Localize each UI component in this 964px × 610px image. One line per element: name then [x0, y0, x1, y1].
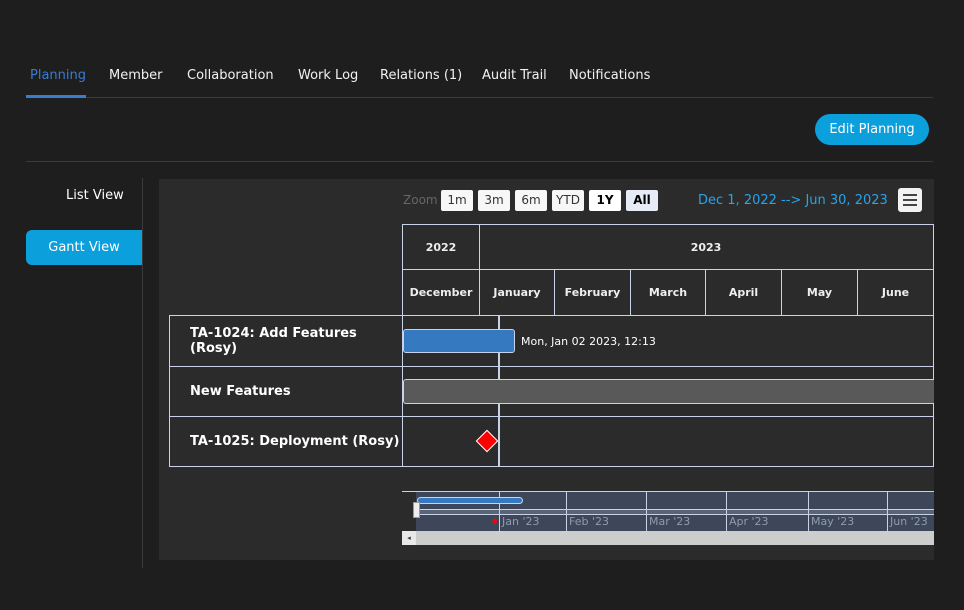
navigator-label: Mar '23: [649, 515, 691, 528]
task-label[interactable]: TA-1024: Add Features (Rosy): [169, 315, 403, 367]
month-march: March: [630, 269, 706, 316]
divider: [26, 161, 933, 162]
task-bar-label: Mon, Jan 02 2023, 12:13: [521, 335, 656, 348]
zoom-6m-button[interactable]: 6m: [515, 190, 547, 211]
zoom-1y-button[interactable]: 1Y: [589, 190, 621, 211]
navigator-label: Jun '23: [890, 515, 928, 528]
tab-collaboration[interactable]: Collaboration: [187, 68, 274, 83]
task-bar-add-features[interactable]: [403, 329, 515, 353]
navigator-label: Apr '23: [729, 515, 769, 528]
zoom-1m-button[interactable]: 1m: [441, 190, 473, 211]
task-bar-new-features[interactable]: [403, 379, 934, 404]
month-february: February: [554, 269, 631, 316]
tab-relations[interactable]: Relations (1): [380, 68, 462, 83]
hamburger-menu-icon[interactable]: [898, 188, 922, 212]
zoom-ytd-button[interactable]: YTD: [552, 190, 584, 211]
task-label[interactable]: TA-1025: Deployment (Rosy): [169, 416, 403, 467]
year-2022: 2022: [402, 224, 480, 270]
month-may: May: [781, 269, 858, 316]
zoom-all-button[interactable]: All: [626, 190, 658, 211]
zoom-3m-button[interactable]: 3m: [478, 190, 510, 211]
navigator-handle[interactable]: [413, 502, 420, 518]
month-january: January: [479, 269, 555, 316]
month-december: December: [402, 269, 480, 316]
date-range-text: Dec 1, 2022 --> Jun 30, 2023: [698, 193, 888, 208]
month-april: April: [705, 269, 782, 316]
year-2023: 2023: [479, 224, 934, 270]
navigator-label: Feb '23: [569, 515, 609, 528]
tab-member[interactable]: Member: [109, 68, 162, 83]
tab-planning[interactable]: Planning: [30, 68, 86, 83]
sidebar-divider: [142, 178, 143, 568]
month-june: June: [857, 269, 934, 316]
tab-audit-trail[interactable]: Audit Trail: [482, 68, 547, 83]
task-label[interactable]: New Features: [169, 366, 403, 417]
tab-notifications[interactable]: Notifications: [569, 68, 650, 83]
navigator-series-bar: [417, 497, 523, 504]
tab-work-log[interactable]: Work Log: [298, 68, 358, 83]
list-view-link[interactable]: List View: [66, 188, 124, 203]
zoom-label: Zoom: [403, 193, 438, 207]
tab-divider: [26, 97, 933, 98]
navigator-label: May '23: [811, 515, 855, 528]
active-tab-indicator: [26, 95, 86, 98]
horizontal-scrollbar[interactable]: [402, 531, 934, 545]
gantt-view-button[interactable]: Gantt View: [26, 230, 142, 265]
scroll-left-icon[interactable]: ◂: [402, 531, 416, 545]
edit-planning-button[interactable]: Edit Planning: [815, 114, 929, 145]
navigator-label: Jan '23: [502, 515, 540, 528]
